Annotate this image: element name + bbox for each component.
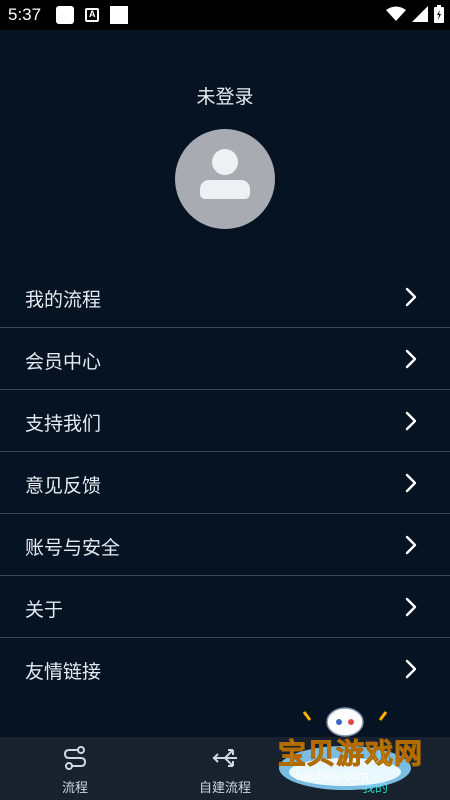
- chevron-right-icon: [405, 287, 417, 307]
- menu-item-account-security[interactable]: 账号与安全: [0, 514, 450, 576]
- nav-tab-label: 自建流程: [198, 781, 251, 796]
- battery-icon: [434, 5, 444, 23]
- login-status-text: 未登录: [196, 86, 254, 108]
- nav-tab-label: 流程: [61, 781, 88, 796]
- menu-item-label: 会员中心: [25, 351, 102, 373]
- menu-item-friend-links[interactable]: 友情链接: [0, 638, 450, 700]
- notification-square-icon: [56, 6, 74, 24]
- menu-item-label: 我的流程: [25, 289, 102, 311]
- menu-item-feedback[interactable]: 意见反馈: [0, 452, 450, 514]
- menu-item-membership[interactable]: 会员中心: [0, 328, 450, 390]
- chevron-right-icon: [405, 535, 417, 555]
- watermark-title: 宝贝游戏网: [277, 737, 424, 771]
- user-avatar-icon[interactable]: [175, 129, 275, 229]
- settings-menu: 我的流程 会员中心 支持我们 意见反馈 账号与安全 关于 友情链接: [0, 266, 450, 700]
- menu-item-label: 账号与安全: [25, 537, 121, 559]
- wifi-icon: [386, 6, 406, 21]
- avatar-head: [212, 149, 238, 175]
- custom-flow-icon: [212, 749, 237, 767]
- chevron-right-icon: [405, 659, 417, 679]
- site-watermark: 宝贝游戏网 baobeiy.com: [270, 700, 435, 798]
- menu-item-my-flows[interactable]: 我的流程: [0, 266, 450, 328]
- flow-icon: [63, 746, 87, 770]
- menu-item-label: 支持我们: [25, 413, 102, 435]
- nav-tab-custom-flows[interactable]: 自建流程: [165, 737, 285, 800]
- watermark-url: baobeiy.com: [296, 768, 369, 783]
- menu-item-support-us[interactable]: 支持我们: [0, 390, 450, 452]
- square-icon: [110, 6, 128, 24]
- chevron-right-icon: [405, 411, 417, 431]
- chevron-right-icon: [405, 473, 417, 493]
- nav-tab-flows[interactable]: 流程: [15, 737, 135, 800]
- status-icons: [386, 5, 444, 23]
- menu-item-label: 友情链接: [25, 661, 102, 683]
- menu-item-label: 意见反馈: [25, 475, 102, 497]
- menu-item-about[interactable]: 关于: [0, 576, 450, 638]
- menu-item-label: 关于: [25, 599, 64, 621]
- a-badge-icon: A: [85, 8, 99, 22]
- avatar-body: [200, 180, 250, 199]
- status-bar: 5:37 A: [0, 0, 450, 30]
- signal-icon: [412, 6, 428, 22]
- chevron-right-icon: [405, 349, 417, 369]
- status-time: 5:37: [8, 5, 42, 24]
- chevron-right-icon: [405, 597, 417, 617]
